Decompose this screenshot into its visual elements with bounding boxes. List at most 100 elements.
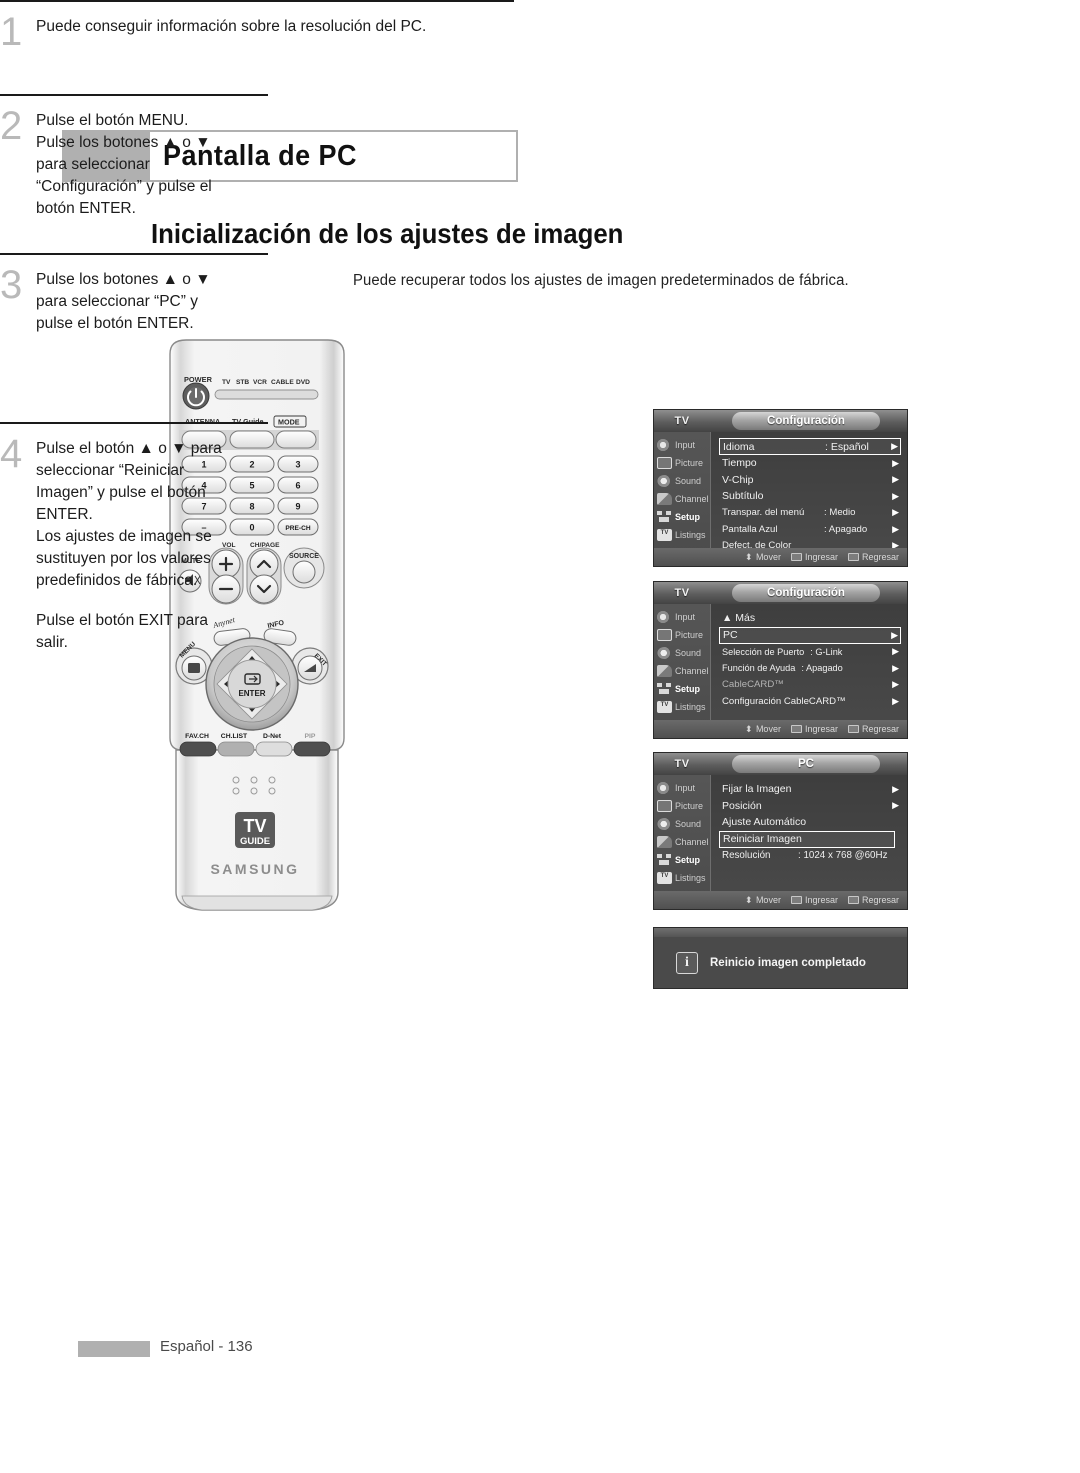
osd1-row-value: : Medio [824, 507, 856, 519]
osd3-sidebar-item-listings[interactable]: TV Listings [654, 869, 710, 887]
osd3-footer-label: Regresar [861, 895, 899, 905]
osd3-titlebar: TV PC [654, 753, 907, 775]
setup-icon [657, 854, 672, 866]
osd2-sidebar-label-listings: Listings [675, 702, 706, 712]
osd1-row-value: : Apagado [824, 523, 868, 535]
osd3-row-label: Ajuste Automático [722, 816, 807, 829]
svg-text:6: 6 [295, 481, 300, 491]
svg-text:MODE: MODE [278, 418, 300, 427]
osd2-sidebar-item-channel[interactable]: Channel [654, 662, 710, 680]
menu-key-icon [847, 725, 859, 733]
osd2-row-mas[interactable]: ▲ Más [719, 610, 901, 627]
osd3-row-fijar-imagen[interactable]: Fijar la Imagen ▶ [719, 781, 901, 798]
osd1-row-transparencia[interactable]: Transpar. del menú: Medio ▶ [719, 505, 901, 522]
osd3-footer-mover: ⬍ Mover [745, 895, 781, 905]
tv-guide-icon: TV [657, 701, 672, 713]
input-icon [657, 611, 672, 623]
chevron-right-icon: ▶ [892, 695, 899, 706]
osd2-row-config-cablecard[interactable]: Configuración CableCARD™ ▶ [719, 693, 901, 710]
osd1-sidebar-item-setup[interactable]: Setup [654, 508, 710, 526]
osd3-row-posicion[interactable]: Posición ▶ [719, 798, 901, 815]
osd2-sidebar-label-sound: Sound [675, 648, 702, 658]
svg-text:ENTER: ENTER [238, 689, 265, 698]
step-3-text: Pulse los botones ▲ o ▼ para seleccionar… [36, 271, 211, 332]
step-3-number: 3 [0, 263, 23, 307]
osd1-sidebar-item-listings[interactable]: TV Listings [654, 526, 710, 544]
step-4-number: 4 [0, 432, 23, 476]
osd1-footer-regresar: Regresar [847, 552, 899, 562]
svg-text:VCR: VCR [253, 379, 267, 386]
chevron-right-icon: ▶ [892, 490, 899, 501]
menu-key-icon [847, 553, 859, 561]
osd2-sidebar-item-picture[interactable]: Picture [654, 626, 710, 644]
osd1-row-subtitulo[interactable]: Subtítulo ▶ [719, 488, 901, 505]
osd3-row-label: Fijar la Imagen [722, 783, 792, 796]
osd1-sidebar-item-sound[interactable]: Sound [654, 472, 710, 490]
osd2-row-cablecard[interactable]: CableCARD™ ▶ [719, 677, 901, 694]
osd3-footer-regresar: Regresar [847, 895, 899, 905]
osd1-title: Configuración [732, 412, 880, 430]
osd2-row-label: PC [723, 629, 738, 641]
osd3-row-ajuste-automatico[interactable]: Ajuste Automático [719, 814, 901, 831]
osd1-sidebar-item-channel[interactable]: Channel [654, 490, 710, 508]
osd3-sidebar-item-sound[interactable]: Sound [654, 815, 710, 833]
osd3-row-reiniciar-imagen[interactable]: Reiniciar Imagen [719, 830, 895, 848]
osd2-titlebar: TV Configuración [654, 582, 907, 604]
osd1-footer-mover: ⬍ Mover [745, 552, 781, 562]
chevron-right-icon: ▶ [891, 629, 898, 640]
osd2-row-pc[interactable]: PC ▶ [719, 626, 901, 644]
chevron-right-icon: ▶ [892, 523, 899, 534]
svg-text:POWER: POWER [184, 375, 213, 384]
svg-text:TV: TV [243, 816, 266, 836]
enter-key-icon [790, 553, 802, 561]
osd2-sidebar-item-input[interactable]: Input [654, 608, 710, 626]
osd1-sidebar-item-input[interactable]: Input [654, 436, 710, 454]
tv-guide-icon: TV [657, 872, 672, 884]
osd1-row-idioma[interactable]: Idioma : Español ▶ [719, 438, 901, 455]
osd3-row-resolucion: Resolución: 1024 x 768 @60Hz [719, 848, 901, 865]
osd1-footer-label: Mover [755, 552, 781, 562]
osd2-row-seleccion-puerto[interactable]: Selección de Puerto: G-Link ▶ [719, 644, 901, 661]
svg-text:PRE-CH: PRE-CH [285, 525, 311, 532]
svg-text:TV: TV [222, 379, 231, 386]
osd2-sidebar-item-setup[interactable]: Setup [654, 680, 710, 698]
osd2-row-value: : Apagado [801, 663, 843, 674]
osd2-sidebar-item-listings[interactable]: TV Listings [654, 698, 710, 716]
osd1-row-tiempo[interactable]: Tiempo ▶ [719, 455, 901, 472]
osd3-sidebar-item-setup[interactable]: Setup [654, 851, 710, 869]
osd1-footer-ingresar: Ingresar [790, 552, 838, 562]
updown-arrow-icon: ⬍ [744, 724, 753, 734]
osd2-sidebar-item-sound[interactable]: Sound [654, 644, 710, 662]
osd3-footer-ingresar: Ingresar [790, 895, 838, 905]
osd3-row-label: Posición [722, 799, 762, 812]
osd3-sidebar-item-channel[interactable]: Channel [654, 833, 710, 851]
osd3-sidebar-item-input[interactable]: Input [654, 779, 710, 797]
osd1-row-label: Pantalla Azul [722, 523, 778, 535]
svg-text:CH.LIST: CH.LIST [221, 733, 248, 740]
osd2-row-funcion-ayuda[interactable]: Función de Ayuda: Apagado ▶ [719, 660, 901, 677]
picture-icon [657, 457, 672, 469]
osd2-row-label: CableCARD™ [722, 679, 784, 691]
chevron-right-icon: ▶ [892, 800, 899, 811]
osd1-row-label: Idioma [723, 440, 755, 453]
updown-arrow-icon: ⬍ [744, 895, 753, 905]
osd1-sidebar-item-picture[interactable]: Picture [654, 454, 710, 472]
osd-screenshot-configuracion-2: TV Configuración Input Picture Sound Cha… [653, 581, 908, 739]
osd1-row-pantalla-azul[interactable]: Pantalla Azul : Apagado ▶ [719, 521, 901, 538]
osd1-row-vchip[interactable]: V-Chip ▶ [719, 472, 901, 489]
notification-text: Reinicio imagen completado [710, 956, 866, 969]
chevron-right-icon: ▶ [892, 783, 899, 794]
osd2-sidebar-label-channel: Channel [675, 666, 709, 676]
osd3-row-value: : 1024 x 768 @60Hz [798, 850, 888, 862]
osd1-sidebar-label-sound: Sound [675, 476, 702, 486]
setup-icon [657, 683, 672, 695]
step-4-extra-text: Pulse el botón EXIT para salir. [36, 612, 209, 651]
osd3-sidebar-item-picture[interactable]: Picture [654, 797, 710, 815]
osd3-footer-label: Mover [755, 895, 781, 905]
osd2-tv-label: TV [674, 587, 690, 599]
osd1-menu-list: Idioma: Español ▶ Tiempo ▶ V-Chip ▶ Subtítu… [711, 432, 907, 566]
osd1-row-value: : Español [825, 440, 869, 453]
osd1-row-label: V-Chip [722, 473, 754, 486]
chevron-right-icon: ▶ [891, 441, 898, 451]
osd2-title: Configuración [732, 584, 880, 602]
